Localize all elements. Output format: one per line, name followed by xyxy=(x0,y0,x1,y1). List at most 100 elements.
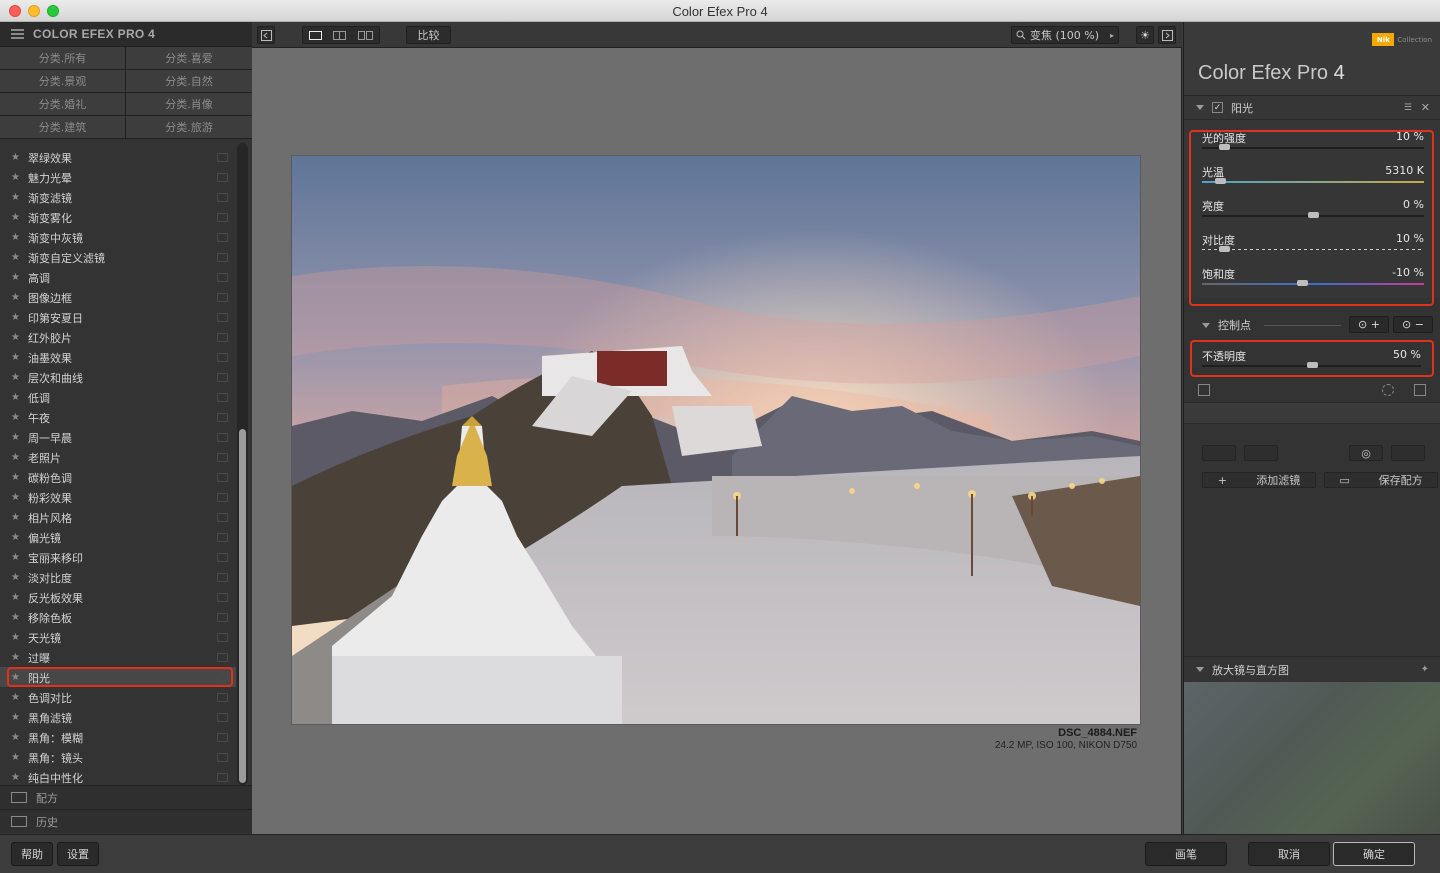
filter-item[interactable]: ★ 层次和曲线 xyxy=(0,367,236,387)
filter-item[interactable]: ★ 周一早晨 xyxy=(0,427,236,447)
filter-item[interactable]: ★ 移除色板 xyxy=(0,607,236,627)
category-tab[interactable]: 分类.婚礼 xyxy=(0,93,125,115)
filter-recipe-icon[interactable] xyxy=(217,413,228,422)
filter-enable-checkbox[interactable]: ✓ xyxy=(1212,102,1223,113)
filter-item[interactable]: ★ 黑角：镜头 xyxy=(0,747,236,767)
opacity-knob[interactable] xyxy=(1306,362,1318,368)
filter-recipe-icon[interactable] xyxy=(217,393,228,402)
background-toggle-button[interactable]: ☀ xyxy=(1136,26,1154,44)
filter-recipe-icon[interactable] xyxy=(217,193,228,202)
collapse-triangle-icon[interactable] xyxy=(1196,667,1204,672)
filter-item[interactable]: ★ 相片风格 xyxy=(0,507,236,527)
filter-recipe-icon[interactable] xyxy=(217,153,228,162)
collapse-triangle-icon[interactable] xyxy=(1196,105,1204,110)
filter-item[interactable]: ★ 黑角：模糊 xyxy=(0,727,236,747)
filter-recipe-icon[interactable] xyxy=(217,613,228,622)
compare-button[interactable]: 比较 xyxy=(406,26,451,44)
slider-row[interactable]: 光温 5310 K xyxy=(1200,158,1428,192)
filter-recipe-icon[interactable] xyxy=(217,233,228,242)
filter-item[interactable]: ★ 阳光 xyxy=(0,667,236,687)
filter-item[interactable]: ★ 纯白中性化 xyxy=(0,767,236,785)
favorite-star-icon[interactable]: ★ xyxy=(11,512,28,523)
slider-knob[interactable] xyxy=(1219,246,1231,252)
slider-knob[interactable] xyxy=(1214,178,1226,184)
filter-recipe-icon[interactable] xyxy=(217,453,228,462)
filter-item[interactable]: ★ 低调 xyxy=(0,387,236,407)
single-view-icon[interactable] xyxy=(308,30,322,40)
favorite-star-icon[interactable]: ★ xyxy=(11,572,28,583)
category-tab[interactable]: 分类.喜爱 xyxy=(126,47,252,69)
category-tab[interactable]: 分类.肖像 xyxy=(126,93,252,115)
filter-recipe-icon[interactable] xyxy=(217,213,228,222)
filter-recipe-icon[interactable] xyxy=(217,333,228,342)
favorite-star-icon[interactable]: ★ xyxy=(11,712,28,723)
filter-recipe-icon[interactable] xyxy=(217,493,228,502)
slider-row[interactable]: 光的强度 10 % xyxy=(1200,124,1428,158)
side-by-side-icon[interactable] xyxy=(358,30,374,40)
favorite-star-icon[interactable]: ★ xyxy=(11,592,28,603)
recipes-section[interactable]: 配方 xyxy=(0,785,252,809)
add-filter-button[interactable]: + 添加滤镜 xyxy=(1202,472,1316,488)
ok-button[interactable]: 确定 xyxy=(1333,842,1415,866)
split-view-icon[interactable] xyxy=(333,30,347,40)
filter-item[interactable]: ★ 天光镜 xyxy=(0,627,236,647)
slider-track[interactable] xyxy=(1202,181,1424,183)
slider-knob[interactable] xyxy=(1219,144,1231,150)
favorite-star-icon[interactable]: ★ xyxy=(11,692,28,703)
filter-recipe-icon[interactable] xyxy=(217,293,228,302)
filter-item[interactable]: ★ 偏光镜 xyxy=(0,527,236,547)
filter-stack-button-1[interactable] xyxy=(1202,445,1236,461)
favorite-star-icon[interactable]: ★ xyxy=(11,392,28,403)
favorite-star-icon[interactable]: ★ xyxy=(11,192,28,203)
remove-filter-icon[interactable]: ✕ xyxy=(1421,101,1430,114)
favorite-star-icon[interactable]: ★ xyxy=(11,412,28,423)
slider-track[interactable] xyxy=(1202,147,1424,149)
filter-recipe-icon[interactable] xyxy=(217,593,228,602)
loupe-view[interactable] xyxy=(1184,682,1440,834)
remove-control-point-button[interactable]: ⊙ − xyxy=(1393,316,1433,333)
filter-item[interactable]: ★ 午夜 xyxy=(0,407,236,427)
filter-item[interactable]: ★ 印第安夏日 xyxy=(0,307,236,327)
camera-icon[interactable]: ◎ xyxy=(1349,445,1383,461)
before-after-icon[interactable] xyxy=(1198,384,1210,396)
filter-item[interactable]: ★ 黑角滤镜 xyxy=(0,707,236,727)
slider-row[interactable]: 亮度 0 % xyxy=(1200,192,1428,226)
filter-item[interactable]: ★ 碳粉色调 xyxy=(0,467,236,487)
filter-item[interactable]: ★ 淡对比度 xyxy=(0,567,236,587)
favorite-star-icon[interactable]: ★ xyxy=(11,332,28,343)
favorite-star-icon[interactable]: ★ xyxy=(11,312,28,323)
filter-item[interactable]: ★ 图像边框 xyxy=(0,287,236,307)
favorite-star-icon[interactable]: ★ xyxy=(11,772,28,783)
hide-browser-button[interactable] xyxy=(257,26,275,44)
filter-recipe-icon[interactable] xyxy=(217,313,228,322)
favorite-star-icon[interactable]: ★ xyxy=(11,492,28,503)
favorite-star-icon[interactable]: ★ xyxy=(11,452,28,463)
filter-list-scroll-thumb[interactable] xyxy=(239,429,246,783)
opacity-slider[interactable]: 不透明度 50 % xyxy=(1200,342,1425,376)
filter-recipe-icon[interactable] xyxy=(217,473,228,482)
filter-item[interactable]: ★ 渐变中灰镜 xyxy=(0,227,236,247)
filter-recipe-icon[interactable] xyxy=(217,653,228,662)
category-tab[interactable]: 分类.建筑 xyxy=(0,116,125,138)
zoom-dropdown[interactable]: 变焦 (100 %) ▸ xyxy=(1011,26,1119,44)
favorite-star-icon[interactable]: ★ xyxy=(11,352,28,363)
filter-recipe-icon[interactable] xyxy=(217,433,228,442)
filter-recipe-icon[interactable] xyxy=(217,673,228,682)
favorite-star-icon[interactable]: ★ xyxy=(11,152,28,163)
favorite-star-icon[interactable]: ★ xyxy=(11,472,28,483)
favorite-star-icon[interactable]: ★ xyxy=(11,272,28,283)
filter-stack-button-2[interactable] xyxy=(1244,445,1278,461)
favorite-star-icon[interactable]: ★ xyxy=(11,292,28,303)
filter-recipe-icon[interactable] xyxy=(217,733,228,742)
menu-icon[interactable] xyxy=(11,29,24,39)
favorite-star-icon[interactable]: ★ xyxy=(11,372,28,383)
favorite-star-icon[interactable]: ★ xyxy=(11,732,28,743)
filter-recipe-icon[interactable] xyxy=(217,693,228,702)
filter-item[interactable]: ★ 反光板效果 xyxy=(0,587,236,607)
filter-item[interactable]: ★ 渐变滤镜 xyxy=(0,187,236,207)
slider-knob[interactable] xyxy=(1308,212,1319,218)
select-icon[interactable] xyxy=(1382,384,1394,396)
pin-icon[interactable]: ✦ xyxy=(1421,664,1429,675)
filter-item[interactable]: ★ 渐变雾化 xyxy=(0,207,236,227)
favorite-star-icon[interactable]: ★ xyxy=(11,672,28,683)
